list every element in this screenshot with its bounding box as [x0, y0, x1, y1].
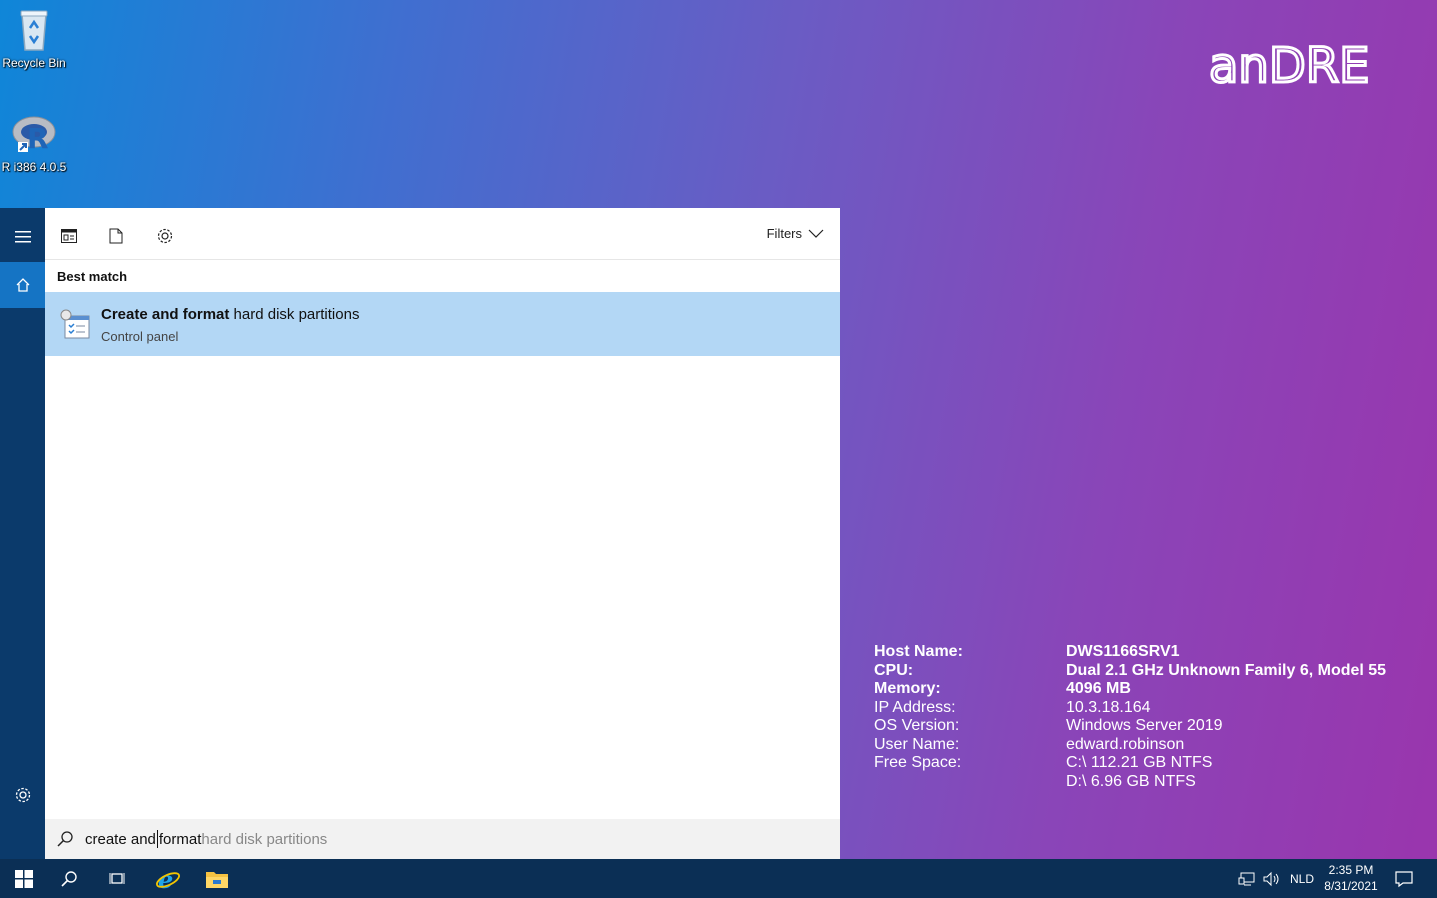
r-app-icon: R [10, 110, 58, 158]
sysinfo-key: OS Version: [874, 717, 960, 734]
text-caret [156, 830, 158, 848]
sysinfo-key: Memory: [874, 680, 941, 697]
apps-icon [61, 229, 77, 243]
gear-icon [15, 787, 30, 803]
speaker-icon [1263, 871, 1279, 886]
volume-tray-icon[interactable] [1263, 859, 1281, 898]
r-app-label: R i386 4.0.5 [1, 160, 67, 174]
sysinfo-row: Memory: 4096 MB [874, 680, 1386, 699]
start-button[interactable] [0, 859, 48, 898]
brand-logo-text: anDRE [1209, 38, 1369, 94]
windows-logo-icon [15, 869, 33, 888]
folder-icon [206, 871, 228, 888]
best-match-heading: Best match [57, 269, 128, 284]
sysinfo-key: IP Address: [874, 698, 956, 716]
hamburger-menu-button[interactable] [0, 214, 45, 260]
sysinfo-row: IP Address: 10.3.18.164 [874, 699, 1386, 718]
sysinfo-key: Free Space: [874, 754, 962, 771]
notification-icon [1395, 870, 1413, 887]
sysinfo-key: Host Name: [874, 643, 963, 660]
network-icon [1238, 872, 1255, 885]
home-button[interactable] [0, 262, 45, 308]
taskbar: e NLD 2:35 PM 8/31/2021 [0, 859, 1437, 898]
task-view-icon [109, 872, 125, 884]
sysinfo-value: edward.robinson [1066, 735, 1185, 753]
task-view-button[interactable] [93, 859, 141, 898]
gear-icon [157, 228, 173, 244]
search-suggestion-text: hard disk partitions [201, 830, 328, 848]
control-panel-disk-icon [59, 308, 91, 340]
chevron-down-icon [808, 229, 824, 238]
sysinfo-value: DWS1166SRV1 [1066, 643, 1180, 660]
sysinfo-value: Windows Server 2019 [1066, 717, 1223, 734]
best-match-result[interactable]: Create and format hard disk partitions C… [45, 292, 840, 356]
document-icon [109, 228, 123, 244]
sysinfo-value: Dual 2.1 GHz Unknown Family 6, Model 55 [1066, 661, 1387, 679]
action-center-button[interactable] [1395, 859, 1413, 898]
search-icon [45, 830, 85, 848]
search-toolbar: Filters [45, 208, 840, 260]
network-tray-icon[interactable] [1238, 859, 1256, 898]
sysinfo-row: Host Name: DWS1166SRV1 [874, 643, 1386, 662]
brand-logo: anDRE [1207, 20, 1437, 115]
sysinfo-row: OS Version: Windows Server 2019 [874, 717, 1386, 736]
recycle-bin-icon [10, 6, 58, 54]
system-info-panel: Host Name: DWS1166SRV1 CPU: Dual 2.1 GHz Un… [874, 643, 1386, 791]
hamburger-icon [14, 231, 31, 243]
clock[interactable]: 2:35 PM 8/31/2021 [1320, 862, 1382, 894]
sysinfo-row: Free Space: C:\ 112.21 GB NTFS [874, 754, 1386, 773]
sysinfo-value: 4096 MB [1066, 680, 1131, 697]
sysinfo-value: 10.3.18.164 [1066, 698, 1151, 716]
search-input[interactable]: create and format hard disk partitions [45, 819, 840, 859]
sysinfo-key: CPU: [874, 661, 914, 679]
sysinfo-row: CPU: Dual 2.1 GHz Unknown Family 6, Model… [874, 662, 1386, 681]
settings-button[interactable] [0, 772, 45, 818]
search-results-panel: Filters Best match Create and format har… [45, 208, 840, 859]
sysinfo-key [874, 773, 1066, 792]
result-subtitle: Control panel [101, 329, 179, 344]
documents-filter-button[interactable] [104, 224, 128, 248]
file-explorer-button[interactable] [193, 859, 241, 898]
language-label: NLD [1290, 871, 1315, 886]
internet-explorer-button[interactable]: e [144, 859, 192, 898]
settings-filter-button[interactable] [153, 224, 177, 248]
language-indicator[interactable]: NLD [1290, 859, 1314, 898]
search-icon [61, 870, 77, 887]
desktop-icon-recycle-bin[interactable]: Recycle Bin [0, 6, 72, 70]
result-title: Create and format hard disk partitions [101, 306, 360, 323]
filters-label: Filters [766, 226, 802, 241]
apps-filter-button[interactable] [57, 224, 81, 248]
clock-date: 8/31/2021 [1324, 879, 1378, 893]
home-icon [16, 278, 29, 292]
clock-time: 2:35 PM [1328, 863, 1374, 877]
svg-text:R: R [27, 122, 49, 155]
search-query-text-after-caret: format [158, 830, 202, 848]
sysinfo-key: User Name: [874, 735, 960, 753]
sysinfo-row: User Name: edward.robinson [874, 736, 1386, 755]
sysinfo-value: D:\ 6.96 GB NTFS [1066, 772, 1196, 790]
sysinfo-value: C:\ 112.21 GB NTFS [1066, 754, 1213, 771]
recycle-bin-label: Recycle Bin [2, 56, 66, 70]
sysinfo-row: D:\ 6.96 GB NTFS [874, 773, 1386, 792]
filters-dropdown[interactable]: Filters [767, 226, 824, 241]
search-query-text: create and [85, 830, 156, 848]
taskbar-search-button[interactable] [45, 859, 93, 898]
internet-explorer-icon: e [156, 866, 180, 892]
start-menu-rail [0, 208, 45, 859]
desktop-icon-r[interactable]: R R i386 4.0.5 [0, 110, 72, 174]
